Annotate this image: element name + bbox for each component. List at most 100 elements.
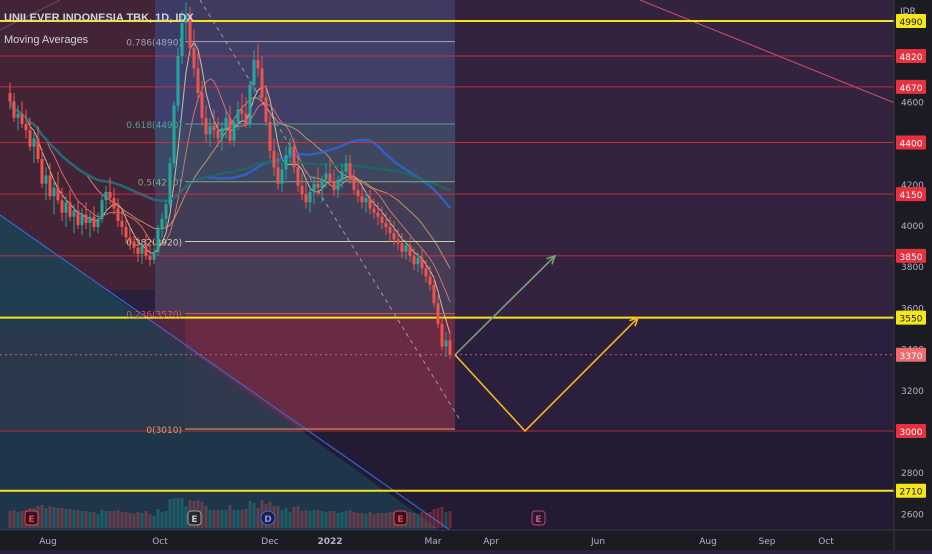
volume-bar bbox=[416, 514, 420, 528]
fib-level-label: 0(3010) bbox=[146, 426, 182, 436]
volume-bar bbox=[108, 511, 112, 528]
volume-bar bbox=[280, 510, 284, 528]
svg-text:E: E bbox=[535, 515, 541, 525]
earnings-marker[interactable]: E bbox=[531, 510, 546, 526]
price-tag[interactable]: 3850 bbox=[896, 248, 926, 263]
volume-bar bbox=[284, 508, 288, 528]
chart-legend: UNILEVER INDONESIA TBK, 1D, IDX Moving A… bbox=[4, 5, 194, 53]
price-tag[interactable]: 4990 bbox=[896, 14, 926, 28]
dividend-marker[interactable]: D bbox=[260, 510, 276, 526]
x-tick-label: Aug bbox=[699, 537, 717, 547]
volume-bar bbox=[104, 511, 108, 528]
earnings-marker[interactable]: E bbox=[393, 510, 408, 526]
volume-bar bbox=[204, 506, 208, 528]
x-axis-ticks: Aug Oct Dec 2022 Mar Apr Jun Aug Sep Oct bbox=[39, 537, 834, 547]
svg-text:2710: 2710 bbox=[900, 488, 923, 498]
volume-bar bbox=[120, 512, 124, 528]
x-tick-label: Aug bbox=[39, 537, 57, 547]
volume-bar bbox=[56, 508, 60, 528]
x-tick-label: Jun bbox=[590, 537, 605, 547]
svg-text:4150: 4150 bbox=[900, 191, 923, 201]
volume-bar bbox=[372, 514, 376, 528]
svg-text:D: D bbox=[264, 515, 271, 525]
volume-bar bbox=[88, 512, 92, 528]
volume-bar bbox=[360, 513, 364, 528]
volume-bar bbox=[300, 511, 304, 528]
volume-bar bbox=[356, 513, 360, 528]
volume-bar bbox=[132, 514, 136, 528]
fib-level-label: 0.5(4210) bbox=[138, 179, 182, 189]
volume-bar bbox=[312, 510, 316, 528]
price-tag[interactable]: 3000 bbox=[896, 424, 926, 438]
price-tag[interactable]: 3550 bbox=[896, 310, 926, 325]
volume-bar bbox=[332, 511, 336, 528]
svg-text:E: E bbox=[397, 515, 403, 525]
volume-bar bbox=[276, 506, 280, 528]
earnings-marker[interactable]: E bbox=[187, 510, 202, 526]
volume-bar bbox=[288, 512, 292, 528]
volume-bar bbox=[144, 511, 148, 528]
volume-bar bbox=[168, 499, 172, 528]
price-chart[interactable]: 0.786(4890)0.618(4490)0.5(4210)0.382(392… bbox=[0, 0, 932, 550]
volume-bar bbox=[248, 501, 252, 528]
volume-bar bbox=[12, 510, 16, 528]
volume-bar bbox=[212, 510, 216, 528]
candle[interactable] bbox=[168, 156, 172, 209]
price-tag[interactable]: 3370 bbox=[896, 347, 926, 362]
volume-bar bbox=[296, 506, 300, 528]
volume-bar bbox=[388, 512, 392, 528]
volume-bar bbox=[340, 512, 344, 528]
fib-level-label: 0.236(3570) bbox=[126, 311, 182, 321]
svg-text:4670: 4670 bbox=[900, 84, 923, 94]
x-tick-label: Apr bbox=[483, 537, 499, 547]
svg-text:4820: 4820 bbox=[900, 53, 923, 63]
volume-bar bbox=[240, 510, 244, 528]
volume-bar bbox=[92, 512, 96, 528]
volume-bar bbox=[448, 511, 452, 528]
volume-bar bbox=[152, 516, 156, 528]
candle[interactable] bbox=[176, 47, 180, 112]
volume-bar bbox=[64, 509, 68, 528]
volume-bar bbox=[124, 512, 128, 528]
volume-bar bbox=[352, 512, 356, 528]
candle[interactable] bbox=[248, 80, 252, 129]
volume-bar bbox=[432, 509, 436, 528]
candle[interactable] bbox=[156, 224, 160, 256]
volume-bar bbox=[176, 498, 180, 528]
volume-bar bbox=[228, 505, 232, 528]
volume-bar bbox=[148, 514, 152, 528]
volume-bar bbox=[316, 510, 320, 528]
volume-bar bbox=[172, 498, 176, 528]
y-tick-label: 4000 bbox=[901, 222, 924, 232]
volume-bar bbox=[112, 511, 116, 528]
volume-bar bbox=[292, 507, 296, 528]
svg-text:3370: 3370 bbox=[900, 352, 923, 362]
x-tick-label: Sep bbox=[759, 537, 776, 547]
volume-bar bbox=[136, 512, 140, 528]
x-tick-label: Mar bbox=[425, 537, 442, 547]
x-tick-label: Oct bbox=[152, 537, 168, 547]
y-tick-label: 2800 bbox=[901, 469, 924, 479]
volume-bar bbox=[408, 512, 412, 528]
price-tag[interactable]: 4670 bbox=[896, 79, 926, 94]
chart-canvas[interactable]: 0.786(4890) 0.618(4490) 0.5(4210) 0.382(392… bbox=[0, 0, 932, 550]
volume-bar bbox=[16, 512, 20, 528]
price-tag[interactable]: 4400 bbox=[896, 135, 926, 150]
earnings-marker[interactable]: E bbox=[24, 510, 39, 526]
volume-bar bbox=[72, 510, 76, 528]
price-tags[interactable]: 4990 4820 4670 4400 4150 3850 3550 3370 3000 2710 bbox=[896, 14, 926, 498]
volume-bar bbox=[8, 511, 12, 528]
volume-bar bbox=[156, 509, 160, 528]
svg-text:E: E bbox=[191, 515, 197, 525]
x-tick-label: Dec bbox=[261, 537, 278, 547]
price-tag[interactable]: 4150 bbox=[896, 187, 926, 202]
svg-text:3850: 3850 bbox=[900, 253, 923, 263]
price-tag[interactable]: 2710 bbox=[896, 483, 926, 498]
volume-bar bbox=[256, 508, 260, 528]
volume-bar bbox=[116, 510, 120, 528]
volume-bar bbox=[216, 510, 220, 528]
candle[interactable] bbox=[172, 101, 176, 168]
price-tag[interactable]: 4820 bbox=[896, 49, 926, 64]
volume-bar bbox=[140, 513, 144, 528]
svg-text:E: E bbox=[28, 515, 34, 525]
